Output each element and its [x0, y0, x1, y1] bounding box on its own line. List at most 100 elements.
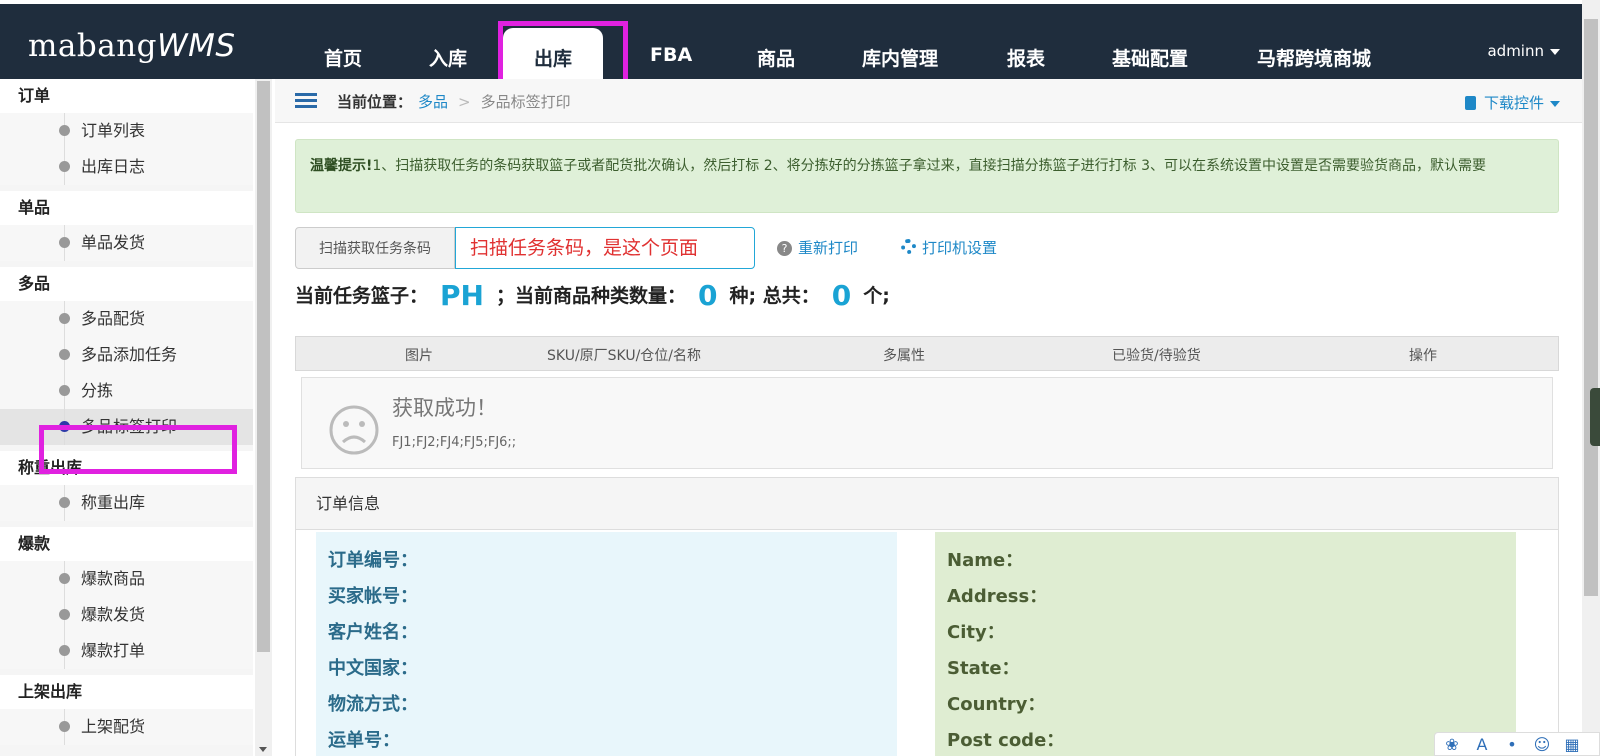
- caret-down-icon: [1550, 48, 1560, 55]
- sidebar-item-label: 多品添加任务: [81, 345, 178, 364]
- types-unit: 种; 总共：: [729, 285, 820, 307]
- bullet-icon: [59, 161, 70, 172]
- main-content: 当前位置： 多品 > 多品标签打印 下载控件 温馨提示!1、扫描获取任务的条码获取篮子…: [275, 79, 1582, 756]
- field-country-cn: 中文国家：: [328, 658, 418, 679]
- sidebar-item-hot-print[interactable]: 爆款打单: [0, 633, 253, 669]
- bullet-icon: [59, 497, 70, 508]
- sidebar-item-hot-ship[interactable]: 爆款发货: [0, 597, 253, 633]
- reprint-label: 重新打印: [798, 239, 859, 257]
- tip-title: 温馨提示!: [310, 158, 373, 174]
- nav-item-products[interactable]: 商品: [757, 44, 795, 71]
- sidebar-item-label: 多品标签打印: [81, 417, 178, 436]
- sidebar-item-label: 多品配货: [81, 309, 146, 328]
- sidebar-group-shelf: 上架出库: [0, 675, 253, 709]
- caret-down-icon: [1550, 100, 1560, 107]
- sidebar-item-order-list[interactable]: 订单列表: [0, 113, 253, 149]
- table-header-image: 图片: [405, 348, 433, 364]
- download-control-button[interactable]: 下载控件: [1464, 92, 1560, 113]
- download-icon: [1464, 96, 1476, 110]
- logo-suffix: WMS: [157, 28, 236, 64]
- breadcrumb-current: 多品标签打印: [480, 93, 571, 111]
- sidebar-item-label: 分拣: [81, 381, 114, 400]
- sidebar-item-single-ship[interactable]: 单品发货: [0, 225, 253, 261]
- printer-settings-button[interactable]: 打印机设置: [901, 237, 997, 258]
- nav-item-reports[interactable]: 报表: [1007, 44, 1045, 71]
- nav-item-warehouse[interactable]: 库内管理: [862, 44, 938, 71]
- ime-toolbar: ❀ A • ☺ ▦: [1434, 732, 1600, 756]
- gear-icon: [901, 239, 916, 254]
- table-header-attributes: 多属性: [883, 348, 925, 364]
- sidebar-group-single: 单品: [0, 191, 253, 225]
- user-menu[interactable]: adminn: [1487, 42, 1560, 60]
- bullet-icon: [59, 349, 70, 360]
- sidebar: 订单 订单列表 出库日志 单品 单品发货 多品 多品配货 多品添加任务 分拣 多…: [0, 79, 253, 756]
- table-header-inspection: 已验货/待验货: [1112, 348, 1201, 364]
- field-tracking-number: 运单号：: [328, 730, 400, 751]
- bullet-icon: [59, 721, 70, 732]
- sidebar-item-hot-products[interactable]: 爆款商品: [0, 561, 253, 597]
- paw-icon[interactable]: ❀: [1443, 736, 1461, 754]
- nav-item-mall[interactable]: 马帮跨境商城: [1257, 44, 1371, 71]
- side-widget-tab[interactable]: [1590, 388, 1600, 446]
- bullet-icon: [59, 385, 70, 396]
- result-message: 获取成功！ FJ1;FJ2;FJ4;FJ5;FJ6;;: [301, 377, 1553, 469]
- bullet-icon: [59, 645, 70, 656]
- sidebar-group-multi: 多品: [0, 267, 253, 301]
- table-header: 图片 SKU/原厂SKU/仓位/名称 多属性 已验货/待验货 操作: [295, 336, 1559, 371]
- sidebar-item-label: 上架配货: [81, 717, 146, 736]
- total-value: 0: [831, 279, 852, 312]
- nav-item-base-config[interactable]: 基础配置: [1112, 44, 1188, 71]
- reprint-button[interactable]: ? 重新打印: [777, 237, 858, 258]
- page-scrollbar[interactable]: [1582, 0, 1600, 756]
- sidebar-item-label: 爆款商品: [81, 569, 146, 588]
- menu-toggle-icon[interactable]: [295, 93, 317, 109]
- nav-item-inbound[interactable]: 入库: [429, 44, 467, 71]
- sidebar-item-label: 称重出库: [81, 493, 146, 512]
- bullet-icon: [59, 125, 70, 136]
- field-name: Name：: [947, 550, 1024, 571]
- scrollbar-thumb[interactable]: [1584, 19, 1598, 596]
- sidebar-item-shelf-picking[interactable]: 上架配货: [0, 709, 253, 745]
- sidebar-item-multi-picking[interactable]: 多品配货: [0, 301, 253, 337]
- sidebar-item-multi-add-task[interactable]: 多品添加任务: [0, 337, 253, 373]
- breadcrumb: 当前位置： 多品 > 多品标签打印: [337, 91, 571, 112]
- nav-item-home[interactable]: 首页: [324, 44, 362, 71]
- field-shipping-method: 物流方式：: [328, 694, 418, 715]
- sidebar-item-outbound-log[interactable]: 出库日志: [0, 149, 253, 185]
- types-value: 0: [698, 279, 718, 312]
- app-window: mabangWMS 首页 入库 出库 FBA 商品 库内管理 报表 基础配置 马…: [0, 0, 1600, 756]
- task-status: 当前任务篮子： PH ；当前商品种类数量： 0 种; 总共： 0 个;: [295, 279, 890, 312]
- dots-icon[interactable]: •: [1503, 736, 1521, 754]
- scan-input[interactable]: 扫描任务条码，是这个页面: [455, 227, 755, 269]
- sidebar-item-sorting[interactable]: 分拣: [0, 373, 253, 409]
- order-info-panel: 订单信息 订单编号： 买家帐号： 客户姓名： 中文国家： 物流方式： 运单号： …: [295, 477, 1559, 756]
- field-city: City：: [947, 622, 1005, 643]
- logo[interactable]: mabangWMS: [28, 28, 236, 64]
- question-icon: ?: [777, 241, 792, 256]
- bullet-icon: [59, 313, 70, 324]
- nav-item-fba[interactable]: FBA: [650, 44, 692, 66]
- scroll-down-icon[interactable]: [259, 747, 267, 752]
- sidebar-scrollbar[interactable]: [255, 79, 272, 756]
- sidebar-item-weigh-out[interactable]: 称重出库: [0, 485, 253, 521]
- grid-icon[interactable]: ▦: [1563, 736, 1581, 754]
- breadcrumb-separator: >: [458, 93, 471, 111]
- nav-item-outbound[interactable]: 出库: [503, 28, 603, 79]
- scrollbar-thumb[interactable]: [257, 81, 270, 652]
- logo-text: mabang: [28, 28, 158, 64]
- field-post-code: Post code：: [947, 730, 1065, 751]
- field-state: State：: [947, 658, 1020, 679]
- bullet-icon: [59, 609, 70, 620]
- types-label: ；当前商品种类数量：: [495, 285, 686, 307]
- user-icon[interactable]: ☺: [1533, 736, 1551, 754]
- scan-label: 扫描获取任务条码: [295, 227, 455, 269]
- sidebar-item-multi-label-print[interactable]: 多品标签打印: [0, 409, 253, 445]
- result-detail: FJ1;FJ2;FJ4;FJ5;FJ6;;: [392, 435, 517, 450]
- download-label: 下载控件: [1483, 94, 1544, 112]
- font-icon[interactable]: A: [1473, 736, 1491, 754]
- sidebar-item-label: 爆款打单: [81, 641, 146, 660]
- field-customer-name: 客户姓名：: [328, 622, 418, 643]
- breadcrumb-parent-link[interactable]: 多品: [418, 93, 448, 111]
- sidebar-group-orders: 订单: [0, 79, 253, 113]
- tip-alert: 温馨提示!1、扫描获取任务的条码获取篮子或者配货批次确认，然后打标 2、将分拣好…: [295, 139, 1559, 213]
